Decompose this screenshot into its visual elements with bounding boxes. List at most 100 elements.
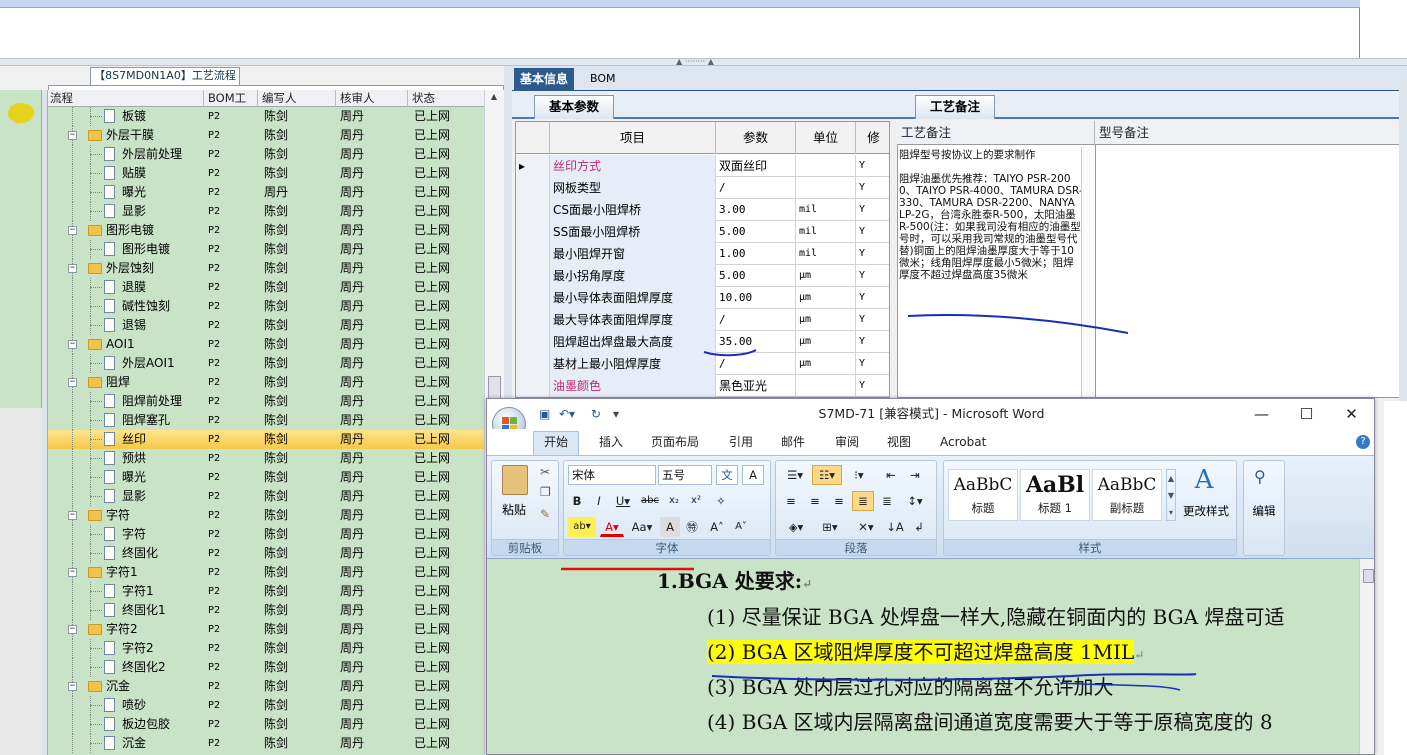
collapse-icon[interactable]: − [68, 131, 77, 140]
tree-row[interactable]: 曝光 P2 陈剑 周丹 已上网 [48, 468, 484, 487]
grow-font-icon[interactable]: A˄ [706, 517, 728, 537]
enclose-char-icon[interactable]: ㊕ [682, 517, 702, 537]
tree-row[interactable]: 退膜 P2 陈剑 周丹 已上网 [48, 278, 484, 297]
tree-row[interactable]: 终固化1 P2 陈剑 周丹 已上网 [48, 601, 484, 620]
tab-bom[interactable]: BOM [584, 68, 622, 91]
italic-icon[interactable]: I [590, 491, 608, 511]
params-row[interactable]: 最小拐角厚度 5.00 μm Y [516, 265, 889, 287]
scroll-up-icon[interactable]: ▲ [488, 92, 500, 104]
strikethrough-icon[interactable]: abc [638, 491, 662, 511]
params-row[interactable]: 最小导体表面阻焊厚度 10.00 μm Y [516, 287, 889, 309]
redo-icon[interactable]: ↻ [591, 407, 601, 421]
collapse-icon[interactable]: − [68, 378, 77, 387]
tree-row[interactable]: 退锡 P2 陈剑 周丹 已上网 [48, 316, 484, 335]
line-spacing-icon[interactable]: ↕▾ [900, 491, 930, 511]
tree-row[interactable]: − AOI1 P2 陈剑 周丹 已上网 [48, 335, 484, 354]
tree-row[interactable]: − 外层蚀刻 P2 陈剑 周丹 已上网 [48, 259, 484, 278]
grid-col-item[interactable]: 项目 [550, 122, 716, 154]
tree-row[interactable]: 板镀 P2 陈剑 周丹 已上网 [48, 107, 484, 126]
collapse-icon[interactable]: − [68, 682, 77, 691]
collapse-icon[interactable]: − [68, 340, 77, 349]
ribbon-tab-review[interactable]: 审阅 [835, 433, 859, 451]
close-icon[interactable]: ✕ [1329, 399, 1374, 429]
params-row[interactable]: 网板类型 / Y [516, 177, 889, 199]
tab-process-notes[interactable]: 工艺备注 [915, 95, 996, 119]
process-notes-text[interactable]: 阻焊型号按协议上的要求制作 阻焊油墨优先推荐：TAIYO PSR-2000、TA… [899, 149, 1083, 394]
tree-row[interactable]: 终固化 P2 陈剑 周丹 已上网 [48, 544, 484, 563]
find-icon[interactable]: ⚲ [1254, 467, 1266, 486]
col-header-factory[interactable]: BOM工厂 [206, 90, 258, 121]
increase-indent-icon[interactable]: ⇥ [904, 465, 926, 485]
grid-col-mod[interactable]: 修 [856, 122, 889, 154]
col-header-process[interactable]: 流程 [48, 90, 204, 107]
ribbon-tab-layout[interactable]: 页面布局 [651, 433, 699, 451]
tree-row[interactable]: 沉金 P2 陈剑 周丹 已上网 [48, 734, 484, 753]
numbering-icon[interactable]: ☷▾ [812, 465, 842, 485]
tree-row[interactable]: 图形电镀 P2 陈剑 周丹 已上网 [48, 240, 484, 259]
tree-row[interactable]: 贴膜 P2 陈剑 周丹 已上网 [48, 164, 484, 183]
ribbon-tab-references[interactable]: 引用 [729, 433, 753, 451]
style-subtitle[interactable]: AaBbC 副标题 [1092, 469, 1162, 521]
change-styles-button[interactable]: 更改样式 [1178, 503, 1234, 519]
tree-row[interactable]: − 字符1 P2 陈剑 周丹 已上网 [48, 563, 484, 582]
multilevel-list-icon[interactable]: ⁝▾ [844, 465, 874, 485]
ribbon-tab-mailings[interactable]: 邮件 [781, 433, 805, 451]
show-marks-icon[interactable]: ↲ [908, 517, 930, 537]
notes-scrollbar[interactable] [1081, 147, 1095, 397]
doc-scrollbar[interactable] [1359, 559, 1374, 754]
param-value[interactable]: 5.00 [716, 265, 796, 287]
params-row[interactable]: 基材上最小阻焊厚度 / μm Y [516, 353, 889, 375]
param-value[interactable]: / [716, 177, 796, 199]
tree-row[interactable]: 终固化2 P2 陈剑 周丹 已上网 [48, 658, 484, 677]
tree-row[interactable]: 外层AOI1 P2 陈剑 周丹 已上网 [48, 354, 484, 373]
collapse-icon[interactable]: − [68, 264, 77, 273]
char-border-icon[interactable]: A [742, 465, 764, 485]
params-row[interactable]: ▸ 丝印方式 双面丝印 Y [516, 155, 889, 177]
styles-more-icon[interactable]: ▲ ▼ ▾ [1166, 469, 1176, 521]
params-row[interactable]: 阻焊超出焊盘最大高度 35.00 μm Y [516, 331, 889, 353]
maximize-icon[interactable]: ☐ [1284, 399, 1329, 429]
tree-row[interactable]: 字符2 P2 陈剑 周丹 已上网 [48, 639, 484, 658]
editing-button[interactable]: 编辑 [1244, 503, 1284, 519]
param-value[interactable]: 5.00 [716, 221, 796, 243]
ribbon-tab-acrobat[interactable]: Acrobat [940, 433, 986, 451]
ribbon-tab-home[interactable]: 开始 [533, 431, 580, 456]
tree-row[interactable]: 外层前处理 P2 陈剑 周丹 已上网 [48, 145, 484, 164]
tree-row[interactable]: − 沉金 P2 陈剑 周丹 已上网 [48, 677, 484, 696]
tree-row[interactable]: 预烘 P2 陈剑 周丹 已上网 [48, 449, 484, 468]
collapse-icon[interactable]: − [68, 625, 77, 634]
help-icon[interactable]: ? [1356, 435, 1370, 449]
tree-row[interactable]: − 字符 P2 陈剑 周丹 已上网 [48, 506, 484, 525]
align-center-icon[interactable]: ≡ [804, 491, 826, 511]
cut-icon[interactable]: ✂ [540, 465, 550, 479]
param-value[interactable]: / [716, 309, 796, 331]
decrease-indent-icon[interactable]: ⇤ [880, 465, 902, 485]
copy-icon[interactable]: ❐ [540, 485, 551, 499]
undo-icon[interactable]: ↶▾ [559, 407, 575, 421]
tree-row[interactable]: 显影 P2 陈剑 周丹 已上网 [48, 487, 484, 506]
params-row[interactable]: 最大导体表面阻焊厚度 / μm Y [516, 309, 889, 331]
underline-icon[interactable]: U▾ [612, 491, 634, 511]
superscript-icon[interactable]: x² [686, 491, 706, 511]
change-styles-icon[interactable]: A [1184, 465, 1224, 495]
shading-icon[interactable]: ◈▾ [780, 517, 812, 537]
notes-col-model[interactable]: 型号备注 [1095, 121, 1407, 145]
font-name-select[interactable]: 宋体 [568, 465, 656, 485]
char-shading-icon[interactable]: A [660, 517, 680, 537]
tree-row[interactable]: − 字符2 P2 陈剑 周丹 已上网 [48, 620, 484, 639]
sort-icon[interactable]: ↓A [884, 517, 906, 537]
tree-row[interactable]: 阻焊前处理 P2 陈剑 周丹 已上网 [48, 392, 484, 411]
borders-icon[interactable]: ⊞▾ [814, 517, 846, 537]
align-right-icon[interactable]: ≡ [828, 491, 850, 511]
collapse-icon[interactable]: − [68, 511, 77, 520]
splitter-grip-icon[interactable]: ▲ ········ ▲ [660, 58, 730, 66]
collapse-icon[interactable]: − [68, 226, 77, 235]
distribute-icon[interactable]: ≣ [876, 491, 898, 511]
style-title[interactable]: AaBbC 标题 [948, 469, 1018, 521]
grid-corner[interactable] [516, 122, 550, 154]
params-row[interactable]: CS面最小阻焊桥 3.00 mil Y [516, 199, 889, 221]
params-row[interactable]: 油墨颜色 黑色亚光 Y [516, 375, 889, 397]
save-icon[interactable]: ▣ [539, 407, 550, 421]
tree-row[interactable]: 丝印 P2 陈剑 周丹 已上网 [48, 430, 484, 449]
paste-button[interactable]: 粘贴 [492, 501, 536, 518]
